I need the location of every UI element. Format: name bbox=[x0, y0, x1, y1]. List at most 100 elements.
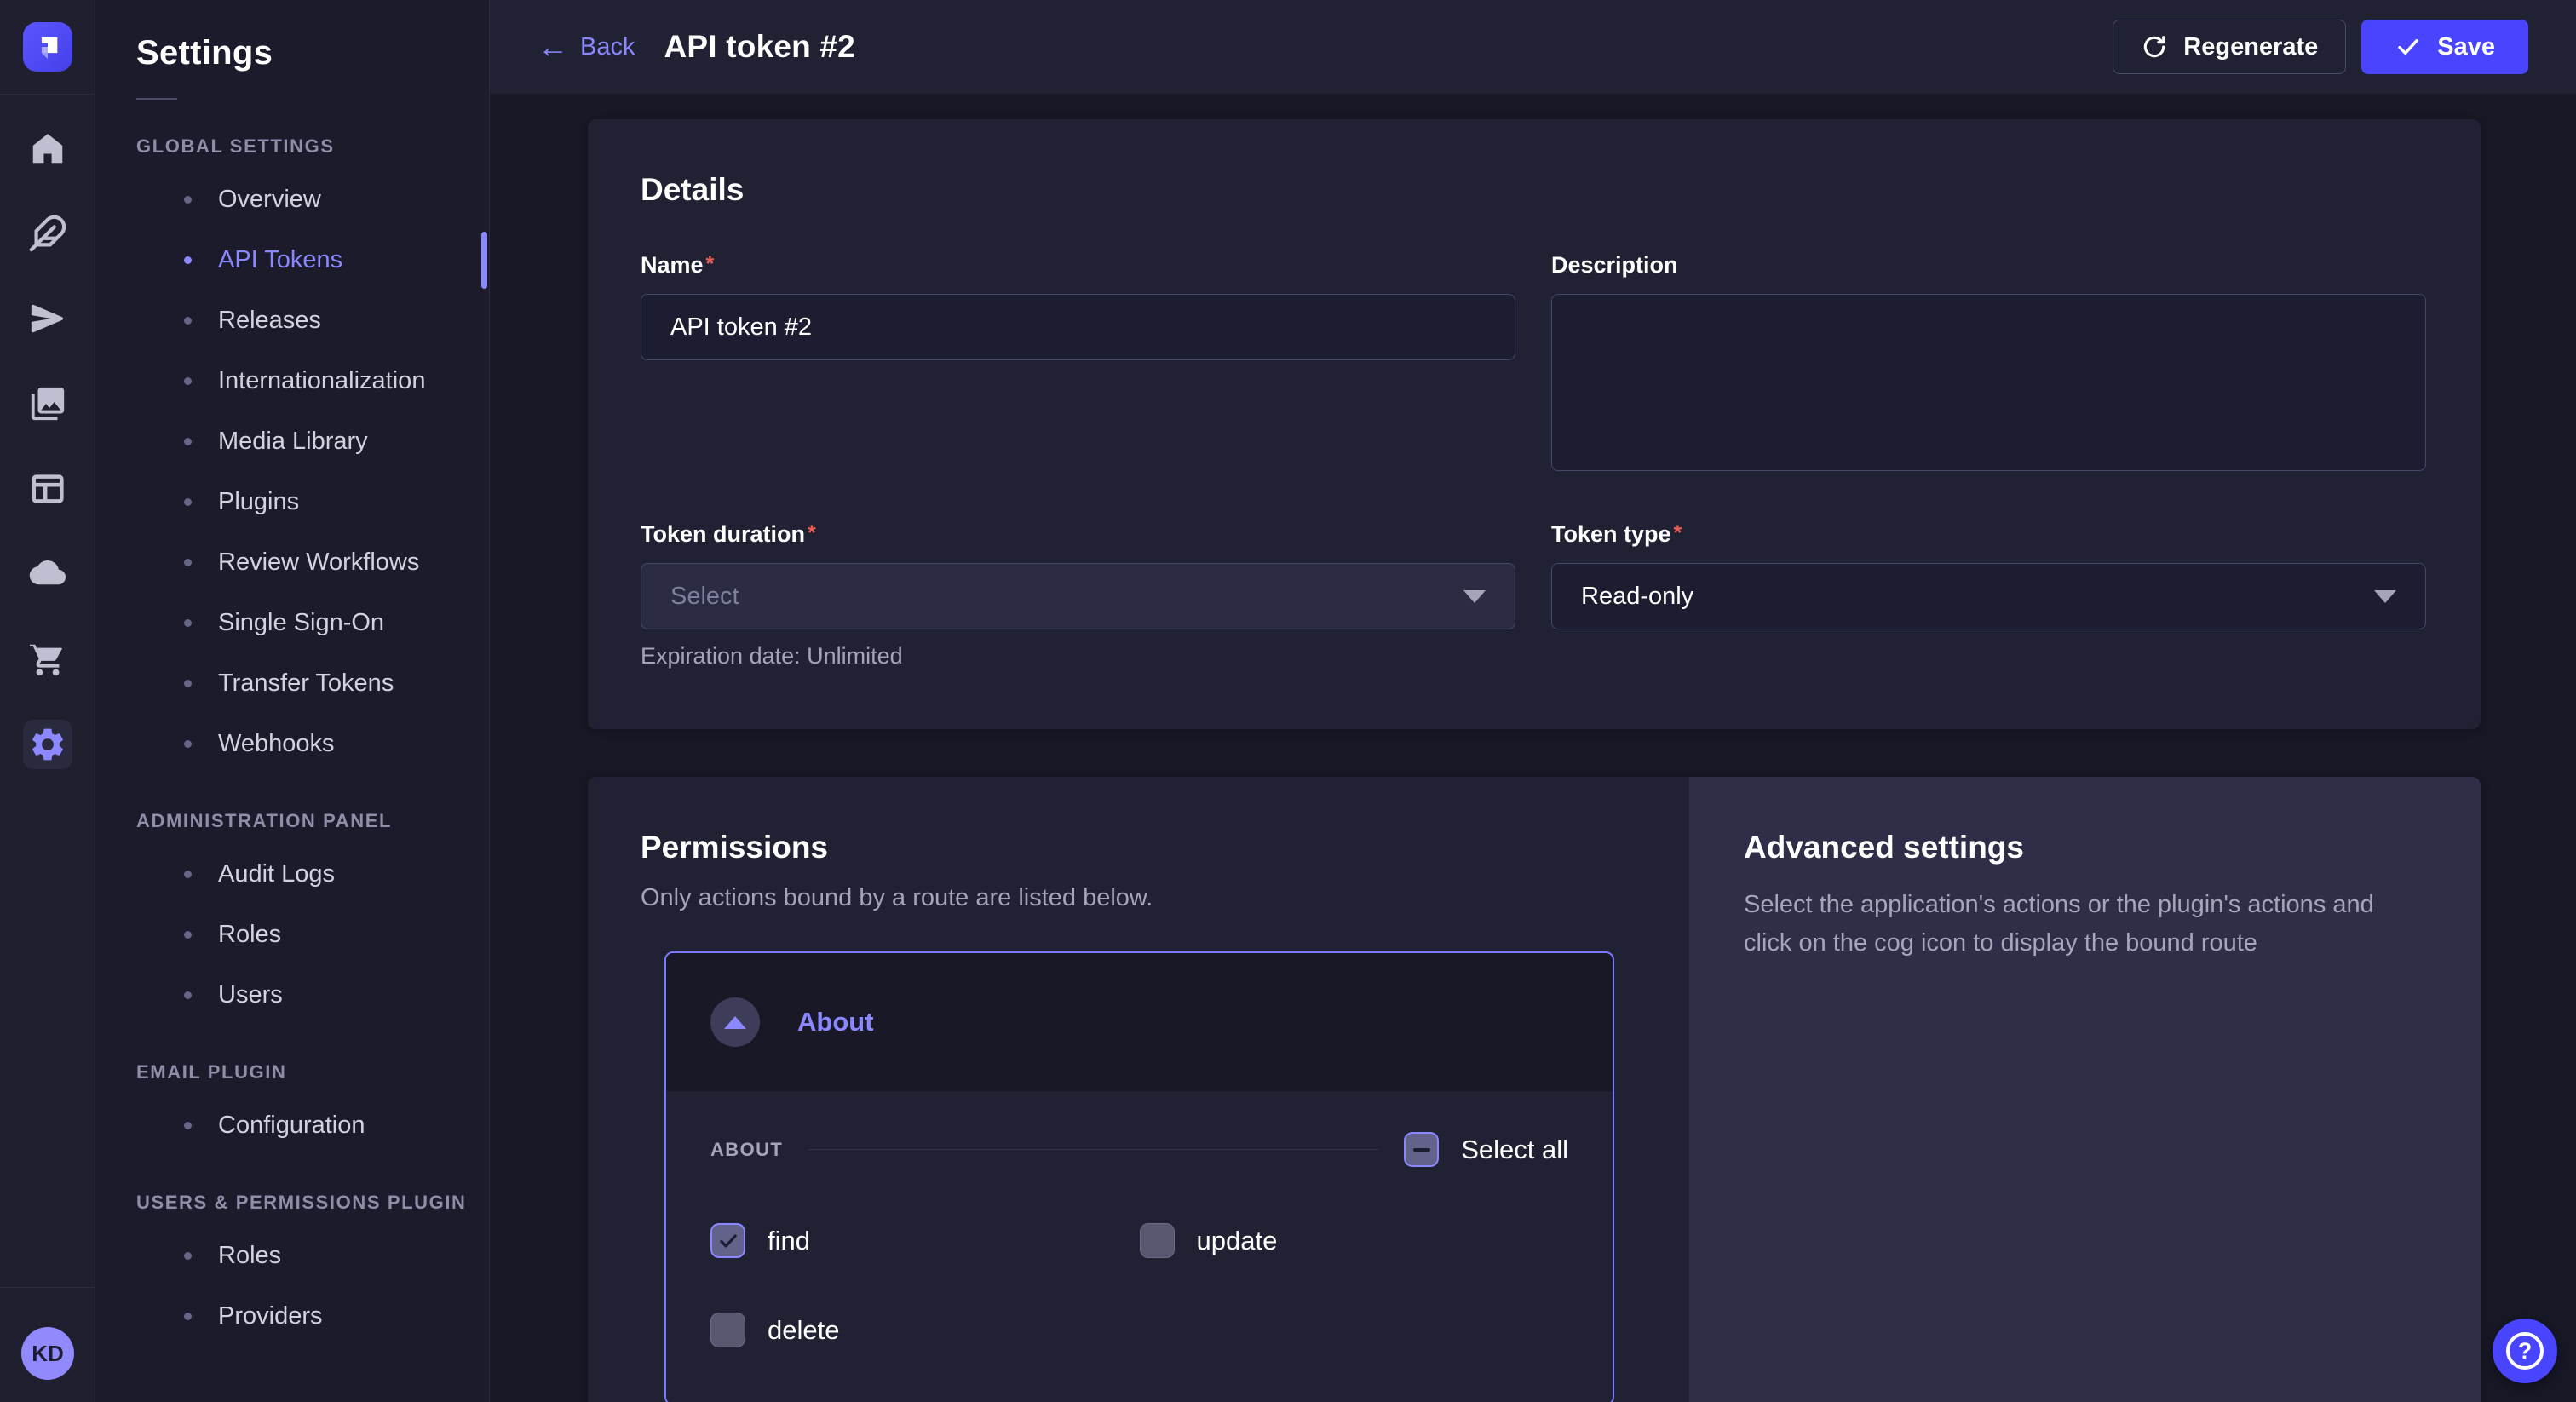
bullet-icon bbox=[184, 256, 192, 264]
content-manager-icon[interactable] bbox=[23, 464, 72, 514]
collapse-button[interactable] bbox=[710, 997, 760, 1047]
settings-subnav: Settings GLOBAL SETTINGS Overview API To… bbox=[95, 0, 490, 1402]
delete-label: delete bbox=[768, 1315, 839, 1346]
user-avatar[interactable]: KD bbox=[21, 1327, 74, 1380]
sidebar-item-label: Roles bbox=[218, 1242, 281, 1270]
required-asterisk: * bbox=[808, 521, 816, 545]
page-content: Details Name* Description Token duration… bbox=[490, 94, 2576, 1402]
sidebar-item-label: Internationalization bbox=[218, 367, 425, 395]
sidebar-item-up-roles[interactable]: Roles bbox=[95, 1226, 489, 1286]
refresh-icon bbox=[2141, 33, 2168, 60]
bullet-icon bbox=[184, 1122, 192, 1129]
token-duration-placeholder: Select bbox=[670, 583, 739, 611]
subnav-title-divider bbox=[136, 98, 177, 100]
sidebar-item-internationalization[interactable]: Internationalization bbox=[95, 351, 489, 411]
home-icon[interactable] bbox=[23, 124, 72, 173]
token-type-value: Read-only bbox=[1581, 583, 1693, 611]
media-library-icon[interactable] bbox=[23, 379, 72, 428]
section-label: EMAIL PLUGIN bbox=[95, 1061, 489, 1083]
sidebar-item-review-workflows[interactable]: Review Workflows bbox=[95, 532, 489, 593]
divider-line bbox=[808, 1149, 1378, 1150]
sidebar-item-label: Configuration bbox=[218, 1112, 365, 1140]
advanced-settings-panel: Advanced settings Select the application… bbox=[1689, 777, 2481, 1402]
select-all-checkbox[interactable] bbox=[1404, 1132, 1439, 1167]
details-card: Details Name* Description Token duration… bbox=[588, 119, 2481, 729]
settings-gear-icon[interactable] bbox=[23, 720, 72, 769]
description-label: Description bbox=[1551, 252, 2426, 279]
bullet-icon bbox=[184, 196, 192, 204]
name-label: Name* bbox=[641, 252, 1515, 279]
about-accordion-header[interactable]: About bbox=[666, 953, 1613, 1091]
sidebar-item-label: Transfer Tokens bbox=[218, 669, 394, 698]
about-accordion: About ABOUT Select all bbox=[664, 951, 1614, 1402]
token-type-field-group: Token type* Read-only bbox=[1551, 521, 2426, 669]
sidebar-item-single-sign-on[interactable]: Single Sign-On bbox=[95, 593, 489, 653]
action-update-row[interactable]: update bbox=[1140, 1223, 1569, 1258]
about-subheader: ABOUT Select all bbox=[710, 1132, 1568, 1167]
send-icon[interactable] bbox=[23, 294, 72, 343]
sidebar-item-admin-roles[interactable]: Roles bbox=[95, 905, 489, 965]
name-input[interactable] bbox=[641, 294, 1515, 360]
update-checkbox[interactable] bbox=[1140, 1223, 1175, 1258]
section-label: GLOBAL SETTINGS bbox=[95, 135, 489, 158]
sidebar-item-admin-users[interactable]: Users bbox=[95, 965, 489, 1026]
token-type-label-text: Token type bbox=[1551, 521, 1671, 547]
find-checkbox[interactable] bbox=[710, 1223, 745, 1258]
strapi-logo-glyph bbox=[33, 32, 62, 61]
regenerate-button[interactable]: Regenerate bbox=[2113, 20, 2346, 74]
page-title: API token #2 bbox=[664, 29, 854, 65]
sidebar-item-label: Roles bbox=[218, 921, 281, 949]
delete-checkbox[interactable] bbox=[710, 1313, 745, 1347]
main-area: ← Back API token #2 Regenerate Save Deta… bbox=[490, 0, 2576, 1402]
sidebar-item-audit-logs[interactable]: Audit Logs bbox=[95, 844, 489, 905]
sidebar-item-transfer-tokens[interactable]: Transfer Tokens bbox=[95, 653, 489, 714]
sidebar-item-overview[interactable]: Overview bbox=[95, 170, 489, 230]
description-textarea[interactable] bbox=[1551, 294, 2426, 471]
feather-icon[interactable] bbox=[23, 209, 72, 258]
about-accordion-label: About bbox=[797, 1007, 874, 1037]
save-button[interactable]: Save bbox=[2361, 20, 2528, 74]
select-all-checkbox-row[interactable]: Select all bbox=[1404, 1132, 1568, 1167]
cloud-icon[interactable] bbox=[23, 549, 72, 599]
sidebar-item-webhooks[interactable]: Webhooks bbox=[95, 714, 489, 774]
sidebar-item-label: Media Library bbox=[218, 428, 368, 456]
section-administration-panel: ADMINISTRATION PANEL Audit Logs Roles Us… bbox=[95, 810, 489, 1026]
help-button[interactable]: ? bbox=[2493, 1319, 2557, 1383]
sidebar-item-media-library[interactable]: Media Library bbox=[95, 411, 489, 472]
sidebar-item-email-configuration[interactable]: Configuration bbox=[95, 1095, 489, 1156]
about-section-label: ABOUT bbox=[710, 1139, 783, 1161]
token-type-select[interactable]: Read-only bbox=[1551, 563, 2426, 629]
select-all-label: Select all bbox=[1461, 1135, 1568, 1165]
back-link[interactable]: ← Back bbox=[538, 32, 635, 62]
bullet-icon bbox=[184, 680, 192, 687]
active-item-indicator bbox=[481, 232, 487, 289]
details-title: Details bbox=[641, 172, 2426, 208]
sidebar-item-label: Releases bbox=[218, 307, 321, 335]
action-delete-row[interactable]: delete bbox=[710, 1313, 1140, 1347]
sidebar-item-releases[interactable]: Releases bbox=[95, 290, 489, 351]
sidebar-item-up-providers[interactable]: Providers bbox=[95, 1286, 489, 1347]
bullet-icon bbox=[184, 1313, 192, 1320]
action-find-row[interactable]: find bbox=[710, 1223, 1140, 1258]
bullet-icon bbox=[184, 1252, 192, 1260]
rail-bottom-divider bbox=[0, 1287, 95, 1288]
bullet-icon bbox=[184, 871, 192, 878]
section-label: USERS & PERMISSIONS PLUGIN bbox=[95, 1192, 489, 1214]
check-icon bbox=[2395, 33, 2422, 60]
name-label-text: Name bbox=[641, 252, 704, 278]
token-duration-field-group: Token duration* Select Expiration date: … bbox=[641, 521, 1515, 669]
token-duration-label-text: Token duration bbox=[641, 521, 805, 547]
update-label: update bbox=[1197, 1226, 1278, 1256]
main-nav-rail: KD bbox=[0, 0, 95, 1402]
sidebar-item-label: Review Workflows bbox=[218, 549, 419, 577]
token-duration-select[interactable]: Select bbox=[641, 563, 1515, 629]
chevron-down-icon bbox=[2374, 590, 2396, 603]
bullet-icon bbox=[184, 498, 192, 506]
sidebar-item-plugins[interactable]: Plugins bbox=[95, 472, 489, 532]
bullet-icon bbox=[184, 317, 192, 325]
marketplace-cart-icon[interactable] bbox=[23, 635, 72, 684]
save-label: Save bbox=[2437, 33, 2495, 61]
strapi-logo[interactable] bbox=[23, 22, 72, 72]
sidebar-item-api-tokens[interactable]: API Tokens bbox=[95, 230, 489, 290]
bullet-icon bbox=[184, 931, 192, 939]
